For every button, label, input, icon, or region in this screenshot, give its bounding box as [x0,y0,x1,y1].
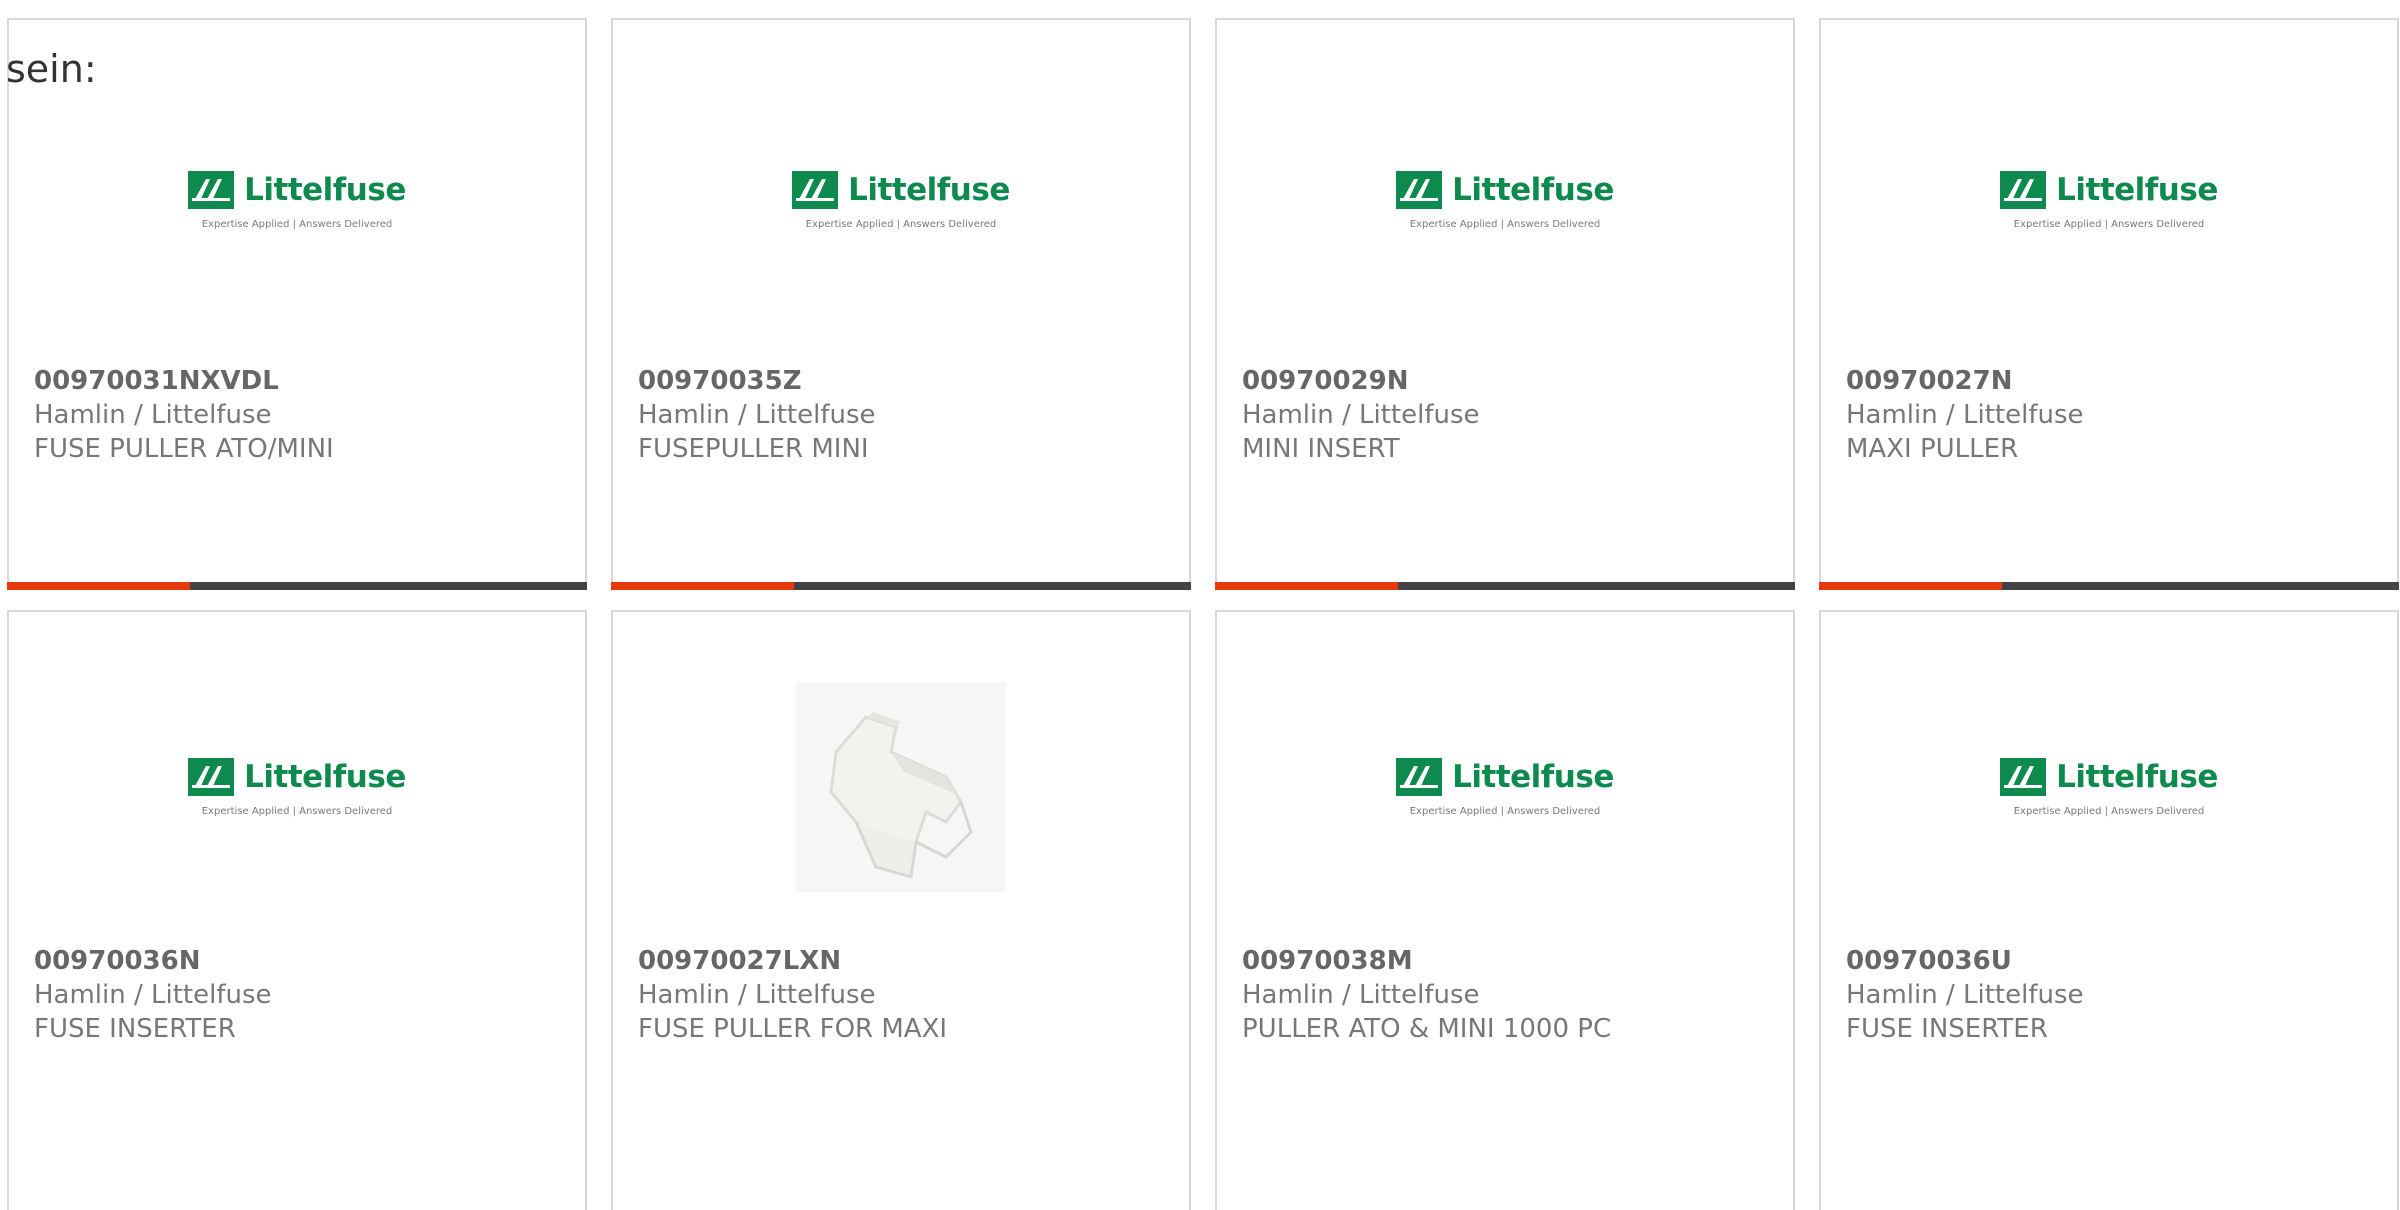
product-image[interactable]: Littelfuse Expertise Applied | Answers D… [1217,145,1793,255]
card-footer-bar [1819,582,2399,590]
logo-tagline: Expertise Applied | Answers Delivered [1409,218,1601,230]
product-description: FUSE PULLER FOR MAXI [638,1014,948,1044]
littelfuse-logo-icon [792,170,839,209]
part-number[interactable]: 00970027N [1846,364,2084,398]
product-description: MAXI PULLER [1846,434,2019,464]
card-accent [7,582,190,590]
product-card[interactable]: Littelfuse Expertise Applied | Answers D… [1819,610,2399,1210]
manufacturer: Hamlin / Littelfuse [638,980,876,1010]
part-number[interactable]: 00970038M [1242,944,1611,978]
logo-tagline: Expertise Applied | Answers Delivered [201,805,393,817]
product-grid: Littelfuse Expertise Applied | Answers D… [7,18,2400,1210]
product-image[interactable]: Littelfuse Expertise Applied | Answers D… [1821,145,2397,255]
product-description: FUSEPULLER MINI [638,434,869,464]
logo-tagline: Expertise Applied | Answers Delivered [201,218,393,230]
product-card[interactable]: Littelfuse Expertise Applied | Answers D… [7,610,587,1210]
part-number[interactable]: 00970027LXN [638,944,947,978]
card-accent [1819,582,2002,590]
logo-wordmark: Littelfuse [848,171,1010,208]
littelfuse-logo: Littelfuse Expertise Applied | Answers D… [792,170,1010,230]
manufacturer: Hamlin / Littelfuse [34,400,272,430]
littelfuse-logo: Littelfuse Expertise Applied | Answers D… [1396,170,1614,230]
product-card[interactable]: Littelfuse Expertise Applied | Answers D… [1215,610,1795,1210]
logo-wordmark: Littelfuse [244,171,406,208]
card-accent [611,582,794,590]
product-description: FUSE INSERTER [1846,1014,2048,1044]
fuse-puller-photo [796,682,1006,892]
logo-tagline: Expertise Applied | Answers Delivered [2013,805,2205,817]
logo-wordmark: Littelfuse [244,758,406,795]
manufacturer: Hamlin / Littelfuse [34,980,272,1010]
manufacturer: Hamlin / Littelfuse [1242,980,1480,1010]
manufacturer: Hamlin / Littelfuse [1846,400,2084,430]
product-description: MINI INSERT [1242,434,1400,464]
manufacturer: Hamlin / Littelfuse [1846,980,2084,1010]
card-footer-bar [7,582,587,590]
manufacturer: Hamlin / Littelfuse [1242,400,1480,430]
logo-wordmark: Littelfuse [2056,758,2218,795]
littelfuse-logo: Littelfuse Expertise Applied | Answers D… [1396,757,1614,817]
littelfuse-logo: Littelfuse Expertise Applied | Answers D… [188,170,406,230]
littelfuse-logo-icon [188,757,235,796]
littelfuse-logo-icon [2000,170,2047,209]
littelfuse-logo-icon [188,170,235,209]
littelfuse-logo: Littelfuse Expertise Applied | Answers D… [188,757,406,817]
product-card[interactable]: 00970027LXN Hamlin / Littelfuse FUSE PUL… [611,610,1191,1210]
product-card[interactable]: Littelfuse Expertise Applied | Answers D… [1819,18,2399,590]
card-footer-bar [611,582,1191,590]
product-image[interactable]: Littelfuse Expertise Applied | Answers D… [613,145,1189,255]
littelfuse-logo-icon [1396,757,1443,796]
littelfuse-logo-icon [2000,757,2047,796]
product-image[interactable]: Littelfuse Expertise Applied | Answers D… [1217,682,1793,892]
product-image[interactable]: Littelfuse Expertise Applied | Answers D… [9,682,585,892]
littelfuse-logo: Littelfuse Expertise Applied | Answers D… [2000,757,2218,817]
intro-text: sein: [6,47,97,91]
logo-wordmark: Littelfuse [1452,171,1614,208]
product-image[interactable]: Littelfuse Expertise Applied | Answers D… [9,145,585,255]
part-number[interactable]: 00970036U [1846,944,2084,978]
logo-wordmark: Littelfuse [2056,171,2218,208]
logo-tagline: Expertise Applied | Answers Delivered [2013,218,2205,230]
part-number[interactable]: 00970029N [1242,364,1480,398]
card-footer-bar [1215,582,1795,590]
card-accent [1215,582,1398,590]
product-image[interactable] [613,682,1189,892]
logo-tagline: Expertise Applied | Answers Delivered [1409,805,1601,817]
logo-tagline: Expertise Applied | Answers Delivered [805,218,997,230]
product-card[interactable]: Littelfuse Expertise Applied | Answers D… [7,18,587,590]
littelfuse-logo: Littelfuse Expertise Applied | Answers D… [2000,170,2218,230]
product-image[interactable]: Littelfuse Expertise Applied | Answers D… [1821,682,2397,892]
logo-wordmark: Littelfuse [1452,758,1614,795]
product-card[interactable]: Littelfuse Expertise Applied | Answers D… [611,18,1191,590]
product-description: PULLER ATO & MINI 1000 PC [1242,1014,1612,1044]
part-number[interactable]: 00970036N [34,944,272,978]
product-description: FUSE PULLER ATO/MINI [34,434,334,464]
part-number[interactable]: 00970035Z [638,364,876,398]
manufacturer: Hamlin / Littelfuse [638,400,876,430]
littelfuse-logo-icon [1396,170,1443,209]
product-card[interactable]: Littelfuse Expertise Applied | Answers D… [1215,18,1795,590]
product-description: FUSE INSERTER [34,1014,236,1044]
part-number[interactable]: 00970031NXVDL [34,364,334,398]
